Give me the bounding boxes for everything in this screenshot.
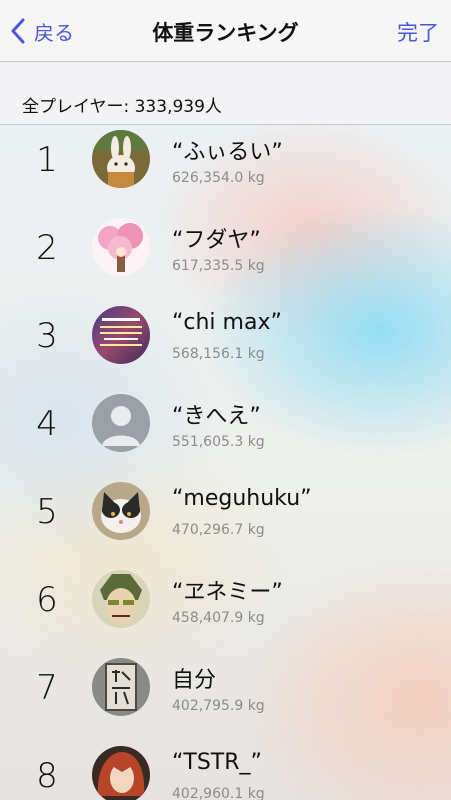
navigation-bar: 戻る 体重ランキング 完了 — [0, 0, 451, 62]
rank-number: 1 — [36, 140, 58, 180]
player-weight: 617,335.5 kg — [172, 258, 265, 274]
player-name: “TSTR_” — [172, 750, 262, 775]
total-players-label: 全プレイヤー: 333,939人 — [22, 97, 222, 117]
rank-number: 8 — [36, 756, 58, 796]
rabbit-avatar-icon — [92, 130, 150, 188]
ranking-row[interactable]: 1 “ふぃるい” 626,354.0 kg — [0, 126, 451, 214]
red-hair-avatar-icon — [92, 746, 150, 800]
ranking-row[interactable]: 2 “フダヤ” 617,335.5 kg — [0, 214, 451, 302]
default-person-avatar-icon — [92, 394, 150, 452]
player-name: “きへえ” — [172, 404, 261, 429]
rank-number: 7 — [36, 668, 58, 708]
ranking-row[interactable]: 8 “TSTR_” 402,960.1 kg — [0, 742, 451, 800]
player-weight: 568,156.1 kg — [172, 346, 265, 362]
ranking-row[interactable]: 3 “chi max” 568,156.1 kg — [0, 302, 451, 390]
ranking-row[interactable]: 7 自分 402,795.9 kg — [0, 654, 451, 742]
player-weight: 458,407.9 kg — [172, 610, 265, 626]
rank-number: 5 — [36, 492, 58, 532]
player-weight: 402,795.9 kg — [172, 698, 265, 714]
rank-number: 3 — [36, 316, 58, 356]
player-weight: 470,296.7 kg — [172, 522, 265, 538]
player-name: “chi max” — [172, 310, 282, 335]
text-poster-avatar-icon — [92, 306, 150, 364]
player-name: “フダヤ” — [172, 228, 261, 253]
player-name: 自分 — [172, 668, 217, 693]
cherry-tree-avatar-icon — [92, 218, 150, 276]
done-button[interactable]: 完了 — [397, 17, 439, 47]
ranking-row[interactable]: 5 “meguhuku” 470,296.7 kg — [0, 478, 451, 566]
player-name: “ヱネミー” — [172, 580, 283, 605]
player-weight: 402,960.1 kg — [172, 786, 265, 800]
rank-number: 6 — [36, 580, 58, 620]
summary-header: 全プレイヤー: 333,939人 — [0, 63, 451, 125]
player-name: “meguhuku” — [172, 486, 312, 511]
page-title: 体重ランキング — [152, 21, 299, 45]
kanji-sign-avatar-icon — [92, 658, 150, 716]
ranking-row[interactable]: 4 “きへえ” 551,605.3 kg — [0, 390, 451, 478]
rank-number: 2 — [36, 228, 58, 268]
player-weight: 551,605.3 kg — [172, 434, 265, 450]
anime-face-avatar-icon — [92, 570, 150, 628]
ranking-row[interactable]: 6 “ヱネミー” 458,407.9 kg — [0, 566, 451, 654]
player-name: “ふぃるい” — [172, 140, 283, 165]
rank-number: 4 — [36, 404, 58, 444]
player-weight: 626,354.0 kg — [172, 170, 265, 186]
cat-avatar-icon — [92, 482, 150, 540]
